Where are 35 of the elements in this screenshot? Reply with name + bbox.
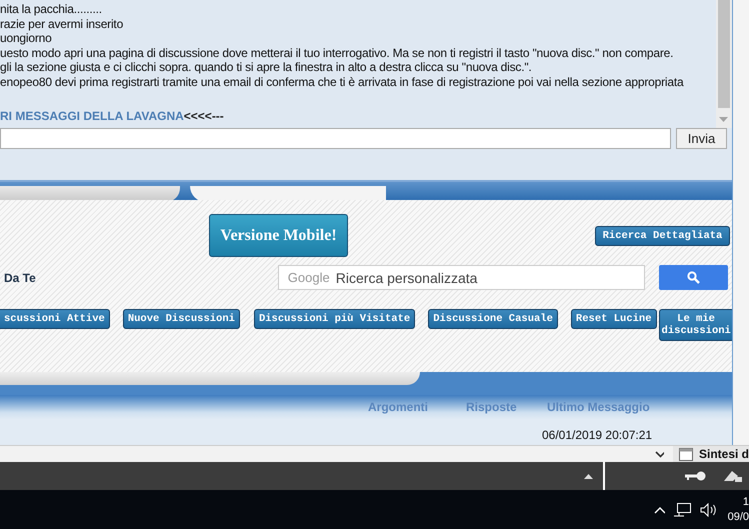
- chat-message: nita la pacchia.........: [0, 2, 103, 16]
- nav-button[interactable]: Reset Lucine: [570, 309, 657, 329]
- nav-button[interactable]: Discussioni più Visitate: [254, 309, 416, 329]
- search-button[interactable]: [658, 265, 728, 290]
- expand-up-icon[interactable]: [584, 474, 593, 478]
- calendar-icon: [678, 447, 693, 461]
- send-button[interactable]: Invia: [676, 128, 727, 149]
- chat-message: razie per avermi inserito: [0, 16, 124, 31]
- scrollbar[interactable]: [716, 0, 732, 128]
- search-icon: [686, 271, 700, 284]
- nav-button[interactable]: Discussione Casuale: [428, 309, 558, 329]
- column-header: Argomenti: [368, 400, 428, 414]
- dropdown-caret-icon[interactable]: [655, 450, 664, 458]
- arrow-text: <<<<---: [184, 109, 224, 123]
- column-header: Ultimo Messaggio: [547, 400, 650, 414]
- messages-link[interactable]: RI MESSAGGI DELLA LAVAGNA: [0, 109, 184, 123]
- nav-button[interactable]: scussioni Attive: [0, 309, 110, 329]
- column-header: Risposte: [466, 400, 517, 414]
- network-icon[interactable]: [674, 502, 691, 518]
- advanced-search-button[interactable]: Ricerca Dettagliata: [595, 226, 730, 246]
- chat-message: uongiorno: [0, 31, 53, 46]
- volume-icon[interactable]: [700, 502, 717, 516]
- chat-message: gli la sezione giusta e ci clicchi sopra. quando ti si apre la finestra in alto a destra clicca su "nuova disc.".: [0, 60, 533, 74]
- google-logo-text: Google: [288, 270, 330, 285]
- chat-message: uesto modo apri una pagina di discussione dove metterai il tuo interrogativo. Ma se non ti registri il tasto "nuova disc." non compare.: [0, 46, 674, 60]
- browser-tab[interactable]: Sintesi d: [672, 446, 749, 462]
- chevron-up-icon[interactable]: [654, 506, 666, 514]
- last-post-date: 06/01/2019 20:07:21: [542, 428, 652, 442]
- mobile-version-button[interactable]: Versione Mobile!: [209, 214, 348, 257]
- key-icon[interactable]: [685, 471, 707, 481]
- nav-button[interactable]: Nuove Discussioni: [122, 309, 240, 329]
- chat-message: enopeo80 devi prima registrarti tramite una email di conferma che ti è arrivata in fase di registrazione poi vai nella sezione appropriata: [0, 74, 685, 89]
- greeting-text: Da Te: [4, 271, 36, 285]
- nav-button[interactable]: Le mie discussioni: [658, 309, 732, 341]
- clock[interactable]: 1 09/0: [728, 494, 749, 524]
